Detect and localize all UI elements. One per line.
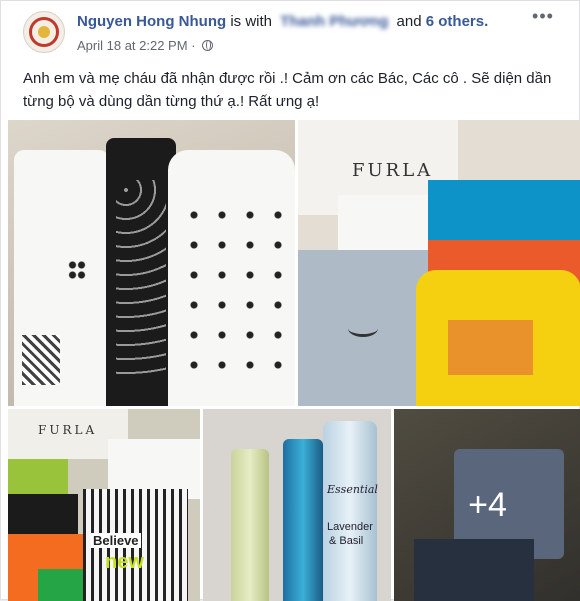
photo-4[interactable]: Essential Lavender & Basil — [203, 409, 391, 601]
bag-brand: FURLA — [352, 160, 434, 181]
more-options-icon[interactable]: ••• — [529, 7, 557, 27]
green-tee — [8, 459, 68, 499]
photo-1[interactable] — [8, 120, 295, 406]
more-photos-overlay[interactable]: +4 — [394, 409, 580, 601]
and-text: and — [396, 13, 422, 30]
post-meta: April 18 at 2:22 PM · — [77, 38, 214, 53]
zebra-dots-print — [180, 200, 288, 380]
is-with-text: is with — [230, 13, 273, 30]
bottle-blue — [283, 439, 323, 601]
bottle-label-name: Lavender — [327, 521, 373, 533]
black-shorts — [8, 494, 78, 539]
post-message: Anh em và mẹ cháu đã nhận được rồi .! Cả… — [23, 70, 552, 110]
author-avatar[interactable] — [23, 11, 65, 53]
animal-print — [116, 180, 166, 380]
tagged-person-link[interactable]: Thanh Phương — [280, 13, 388, 30]
striped-tee: Believe new — [83, 489, 188, 601]
globe-icon[interactable] — [202, 40, 214, 51]
zebra-print — [22, 335, 60, 385]
bottle-label-brand: Essential — [327, 483, 378, 496]
photo-5-more[interactable]: +4 — [394, 409, 580, 601]
bottle-label-name-2: & Basil — [329, 535, 364, 547]
more-photos-count: +4 — [468, 485, 507, 524]
bag-brand-small: FURLA — [38, 423, 98, 437]
bottle-clear: Essential Lavender & Basil — [323, 421, 378, 601]
post-header: Nguyen Hong Nhung is with Thanh Phương a… — [77, 13, 488, 30]
excavator-print — [448, 320, 533, 375]
shirt-print-new: new — [105, 551, 144, 573]
bear-face — [348, 320, 378, 337]
avatar-emblem-center — [38, 26, 50, 38]
post-card: Nguyen Hong Nhung is with Thanh Phương a… — [0, 0, 580, 601]
shirt-print-text: Believe — [91, 533, 141, 548]
bottle-light — [231, 449, 269, 601]
meta-separator: · — [191, 38, 196, 53]
author-name-link[interactable]: Nguyen Hong Nhung — [77, 13, 226, 30]
zebra-face — [68, 260, 86, 280]
photo-2[interactable]: FURLA — [298, 120, 580, 406]
post-timestamp[interactable]: April 18 at 2:22 PM — [77, 38, 188, 53]
others-link[interactable]: 6 others. — [426, 13, 489, 30]
photo-3[interactable]: FURLA Believe new — [8, 409, 200, 601]
